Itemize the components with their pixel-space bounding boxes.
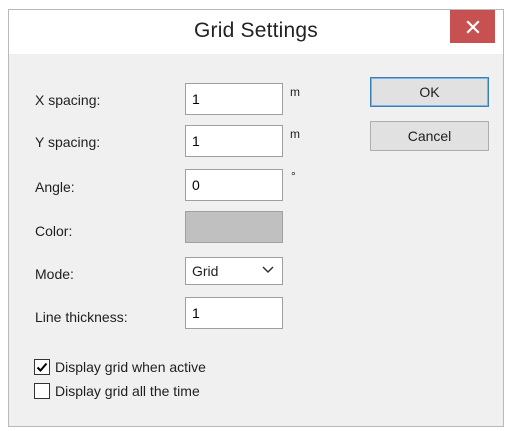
angle-unit: °: [291, 169, 296, 183]
y-spacing-label: Y spacing:: [35, 134, 101, 150]
display-active-checkbox[interactable]: [34, 359, 50, 375]
close-icon: [465, 19, 480, 34]
ok-button[interactable]: OK: [370, 77, 489, 107]
x-spacing-unit: m: [290, 85, 300, 99]
dialog-title: Grid Settings: [194, 19, 318, 42]
color-swatch[interactable]: [185, 211, 283, 243]
y-spacing-unit: m: [290, 127, 300, 141]
x-spacing-input[interactable]: [185, 83, 283, 115]
mode-label: Mode:: [35, 266, 74, 282]
checkmark-icon: [36, 362, 48, 372]
line-thickness-input[interactable]: [185, 297, 283, 329]
angle-label: Angle:: [35, 179, 75, 195]
display-active-label: Display grid when active: [55, 359, 206, 375]
chevron-down-icon: [262, 266, 274, 274]
grid-settings-dialog: Grid Settings X spacing: m Y spacing: m …: [8, 9, 504, 427]
color-label: Color:: [35, 223, 73, 239]
close-button[interactable]: [450, 10, 495, 43]
mode-selected-value: Grid: [192, 263, 219, 279]
y-spacing-input[interactable]: [185, 125, 283, 157]
display-always-checkbox[interactable]: [34, 383, 50, 399]
cancel-button[interactable]: Cancel: [370, 121, 489, 151]
mode-select[interactable]: Grid: [185, 257, 283, 285]
display-always-label: Display grid all the time: [55, 383, 200, 399]
x-spacing-label: X spacing:: [35, 92, 101, 108]
dialog-body: X spacing: m Y spacing: m Angle: ° Color…: [17, 54, 495, 418]
angle-input[interactable]: [185, 169, 283, 201]
title-bar: Grid Settings: [9, 10, 503, 54]
line-thickness-label: Line thickness:: [35, 309, 128, 325]
